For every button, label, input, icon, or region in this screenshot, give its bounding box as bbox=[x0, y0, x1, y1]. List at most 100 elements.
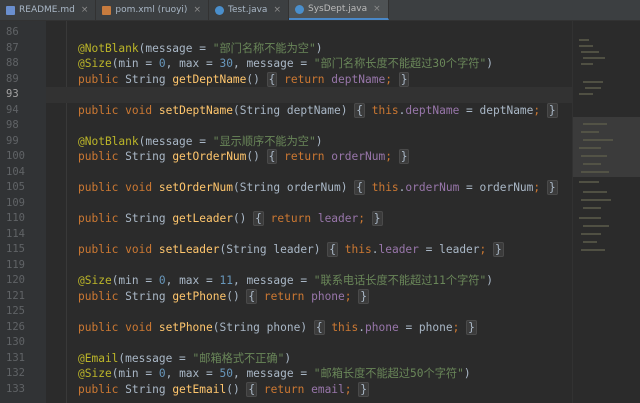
minimap-line bbox=[581, 171, 609, 173]
code-line[interactable] bbox=[46, 196, 572, 212]
line-number: 105 bbox=[6, 181, 25, 193]
minimap-line bbox=[581, 233, 601, 235]
code-line[interactable]: @Size(min = 0, max = 30, message = "部门名称… bbox=[46, 56, 572, 72]
code-line[interactable] bbox=[46, 165, 572, 181]
tab-pom[interactable]: pom.xml (ruoyi) × bbox=[96, 0, 209, 20]
code-line[interactable]: public String getLeader() { return leade… bbox=[46, 211, 572, 227]
code-line[interactable]: @Email(message = "邮箱格式不正确") bbox=[46, 351, 572, 367]
code-line[interactable]: public void setLeader(String leader) { t… bbox=[46, 242, 572, 258]
line-number: 88 bbox=[6, 57, 19, 69]
line-number: 120 bbox=[6, 274, 25, 286]
java-class-icon bbox=[294, 4, 304, 14]
code-line[interactable]: @NotBlank(message = "显示顺序不能为空") bbox=[46, 134, 572, 150]
code-text: @NotBlank(message = "部门名称不能为空") bbox=[78, 41, 323, 55]
line-number: 132 bbox=[6, 367, 25, 379]
code-line[interactable]: public String getOrderNum() { return ord… bbox=[46, 149, 572, 165]
tab-label: SysDept.java bbox=[307, 4, 368, 14]
code-text: public String getEmail() { return email;… bbox=[78, 381, 370, 397]
current-code-line[interactable] bbox=[46, 87, 572, 103]
line-number: 99 bbox=[6, 134, 19, 147]
minimap-line bbox=[583, 139, 613, 141]
code-editor[interactable]: @NotBlank(message = "部门名称不能为空") @Size(min… bbox=[46, 21, 572, 403]
code-text: public void setLeader(String leader) { t… bbox=[78, 242, 504, 257]
minimap-line bbox=[585, 87, 601, 89]
code-text: public void setDeptName(String deptName)… bbox=[78, 102, 558, 118]
code-line[interactable]: public void setDeptName(String deptName)… bbox=[46, 102, 572, 119]
tab-sysdept-java[interactable]: SysDept.java × bbox=[288, 0, 389, 20]
minimap-line bbox=[583, 241, 597, 243]
minimap-line bbox=[583, 163, 601, 165]
minimap-line bbox=[579, 45, 593, 47]
code-line[interactable]: @Size(min = 0, max = 11, message = "联系电话… bbox=[46, 273, 572, 289]
code-line[interactable] bbox=[46, 227, 572, 243]
code-text: public String getOrderNum() { return ord… bbox=[78, 149, 410, 164]
line-number: 87 bbox=[6, 41, 19, 54]
minimap-line bbox=[579, 181, 599, 183]
line-number: 94 bbox=[6, 103, 19, 116]
code-line[interactable] bbox=[46, 304, 572, 320]
code-line[interactable] bbox=[46, 118, 572, 134]
java-class-icon bbox=[214, 5, 224, 15]
line-number: 98 bbox=[6, 119, 19, 131]
tab-test-java[interactable]: Test.java × bbox=[209, 0, 289, 20]
minimap-line bbox=[581, 155, 607, 157]
code-minimap[interactable] bbox=[572, 21, 640, 403]
editor-tab-bar: README.md × pom.xml (ruoyi) × Test.java … bbox=[0, 0, 640, 21]
code-text: @Size(min = 0, max = 30, message = "部门名称… bbox=[78, 57, 493, 70]
code-line[interactable]: @Size(min = 0, max = 50, message = "邮箱长度… bbox=[46, 366, 572, 382]
line-number: 93 bbox=[6, 88, 19, 100]
code-line[interactable]: public String getPhone() { return phone;… bbox=[46, 288, 572, 305]
minimap-line bbox=[581, 51, 599, 53]
line-number: 89 bbox=[6, 72, 19, 85]
line-number: 110 bbox=[6, 212, 25, 224]
minimap-line bbox=[583, 81, 603, 83]
code-line[interactable]: public void setOrderNum(String orderNum)… bbox=[46, 180, 572, 196]
code-line[interactable] bbox=[46, 25, 572, 41]
minimap-line bbox=[581, 249, 605, 251]
code-text: public String getLeader() { return leade… bbox=[78, 211, 383, 226]
line-number-gutter: 86 87 88 89 93 94 98 99 100 104 105 109 110 114 115 119… bbox=[0, 21, 46, 403]
tab-label: pom.xml (ruoyi) bbox=[115, 5, 188, 15]
line-number: 114 bbox=[6, 227, 25, 240]
code-text: @Size(min = 0, max = 11, message = "联系电话… bbox=[78, 274, 493, 287]
close-icon[interactable]: × bbox=[81, 5, 89, 15]
code-line[interactable]: public String getEmail() { return email;… bbox=[46, 381, 572, 398]
minimap-line bbox=[579, 39, 589, 41]
minimap-line bbox=[581, 63, 593, 65]
line-number: 121 bbox=[6, 289, 25, 302]
code-text: public void setPhone(String phone) { thi… bbox=[78, 319, 477, 335]
code-text: public void setOrderNum(String orderNum)… bbox=[78, 180, 558, 195]
line-number: 115 bbox=[6, 243, 25, 255]
minimap-line bbox=[583, 207, 601, 209]
minimap-line bbox=[579, 147, 601, 149]
code-text: @NotBlank(message = "显示顺序不能为空") bbox=[78, 134, 323, 148]
code-line[interactable]: @NotBlank(message = "部门名称不能为空") bbox=[46, 41, 572, 57]
minimap-line bbox=[581, 199, 611, 201]
code-line[interactable] bbox=[46, 258, 572, 274]
close-icon[interactable]: × bbox=[193, 5, 201, 15]
maven-file-icon bbox=[102, 5, 112, 15]
tab-readme[interactable]: README.md × bbox=[0, 0, 97, 20]
minimap-line bbox=[583, 225, 609, 227]
code-text: @Email(message = "邮箱格式不正确") bbox=[78, 351, 292, 365]
code-line[interactable]: public void setPhone(String phone) { thi… bbox=[46, 319, 572, 336]
minimap-line bbox=[583, 57, 605, 59]
code-text: @Size(min = 0, max = 50, message = "邮箱长度… bbox=[78, 367, 471, 380]
minimap-line bbox=[583, 123, 607, 125]
line-number: 125 bbox=[6, 305, 25, 317]
tab-label: Test.java bbox=[227, 5, 268, 15]
line-number: 130 bbox=[6, 336, 25, 348]
line-number: 126 bbox=[6, 320, 25, 333]
markdown-file-icon bbox=[6, 5, 15, 15]
minimap-line bbox=[579, 217, 601, 219]
code-line[interactable]: public String getDeptName() { return dep… bbox=[46, 71, 572, 88]
line-number: 100 bbox=[6, 150, 25, 162]
line-number: 131 bbox=[6, 351, 25, 364]
code-line[interactable] bbox=[46, 335, 572, 351]
code-text: public String getPhone() { return phone;… bbox=[78, 288, 370, 304]
minimap-line bbox=[581, 131, 599, 133]
close-icon[interactable]: × bbox=[273, 5, 281, 15]
close-icon[interactable]: × bbox=[373, 4, 381, 14]
line-number: 133 bbox=[6, 382, 25, 395]
line-number: 86 bbox=[6, 26, 19, 38]
